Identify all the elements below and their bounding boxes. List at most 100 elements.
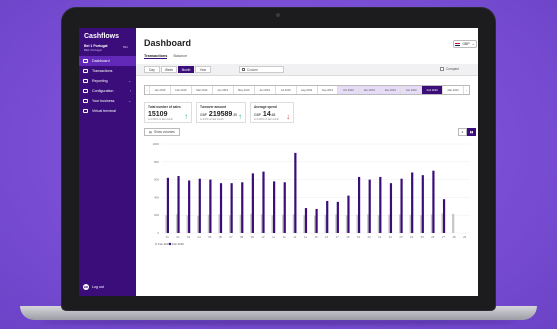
trend-down-icon: ↓ [286, 112, 290, 121]
legend-swatch [168, 242, 172, 246]
bar-current [379, 176, 382, 233]
flag-icon [455, 42, 461, 46]
x-tick-label: 20 [368, 235, 372, 239]
merchant-code: BEI [123, 45, 128, 49]
x-tick-label: 29 [463, 235, 467, 239]
period-year-button[interactable]: Year [195, 66, 211, 73]
bar-current [262, 171, 265, 233]
month-item[interactable]: Mar 2019 [192, 86, 213, 94]
bars-icon: ▤ [149, 130, 153, 134]
month-item[interactable]: Jul 2019 [276, 86, 297, 94]
bar-current [442, 199, 446, 233]
month-item[interactable]: Feb 2020 [422, 86, 444, 94]
turnover-currency: GBP [200, 113, 207, 117]
avg-decimals: .68 [270, 113, 276, 117]
month-item[interactable]: Mar 2020 [443, 86, 465, 94]
sidebar-item-transactions[interactable]: Transactions [79, 66, 136, 76]
calendar-icon [242, 68, 245, 71]
bar-current [177, 176, 180, 233]
bar-current [198, 178, 201, 233]
trend-up-icon: ↑ [184, 112, 188, 121]
chevron-icon: ⌄ [128, 99, 131, 103]
x-tick-label: 02 [176, 235, 180, 239]
x-tick-label: 17 [336, 235, 340, 239]
logout-button[interactable]: BEI Log out [83, 284, 104, 290]
custom-date-input[interactable]: Custom [239, 66, 284, 73]
tab-transactions[interactable]: Transactions [144, 54, 168, 59]
sales-sub: vs 0.00% on last month [148, 118, 173, 121]
x-tick-label: 22 [389, 235, 393, 239]
turnover-decimals: .35 [232, 113, 237, 117]
x-tick-label: 23 [399, 235, 403, 239]
sidebar-item-your-business[interactable]: Your business ⌄ [79, 96, 136, 106]
x-tick-label: 19 [357, 235, 361, 239]
bar-current [432, 170, 435, 233]
month-next-button[interactable]: › [464, 86, 469, 94]
bar-current [326, 200, 329, 233]
month-item[interactable]: Sep 2019 [318, 86, 339, 94]
month-item[interactable]: May 2019 [234, 86, 255, 94]
bar-current [336, 201, 339, 233]
custom-label: Custom [247, 67, 258, 72]
compare-toggle[interactable]: Compare [440, 67, 459, 71]
tab-bar: Transactions Balance [144, 54, 187, 59]
terminal-icon [83, 109, 88, 113]
avatar: BEI [83, 284, 89, 290]
bar-view-button[interactable]: ▮▮ [467, 128, 476, 136]
sales-value: 15109 [148, 111, 168, 118]
currency-view-button[interactable]: £ [458, 128, 467, 136]
month-item[interactable]: Apr 2019 [213, 86, 234, 94]
sidebar-item-label: Reporting [92, 79, 108, 83]
currency-select[interactable]: GBP ⌄ [453, 40, 477, 48]
sidebar-nav: Dashboard Transactions Reporting ⌄ Configura… [79, 56, 136, 116]
turnover-value: GBP 219589.35 [200, 111, 242, 118]
sales-card: Total number of sales 15109 vs 0.00% on … [144, 102, 192, 123]
avg-spend-label: Average spend [254, 105, 277, 109]
bar-current [411, 172, 414, 233]
x-tick-label: 21 [378, 235, 382, 239]
sidebar-item-configuration[interactable]: Configuration › [79, 86, 136, 96]
bar-current [294, 152, 297, 233]
x-tick-label: 18 [346, 235, 350, 239]
sales-label: Total number of sales [148, 105, 181, 109]
y-tick-label: 200 [154, 213, 159, 217]
sidebar-item-dashboard[interactable]: Dashboard [79, 56, 136, 66]
period-month-button[interactable]: Month [178, 66, 194, 73]
legend-label: Feb 2020 [172, 242, 184, 246]
bar-current [241, 182, 244, 233]
month-item[interactable]: Nov 2019 [359, 86, 381, 94]
month-item[interactable]: Feb 2019 [171, 86, 192, 94]
camera [276, 13, 280, 17]
month-item[interactable]: Jun 2019 [255, 86, 276, 94]
avg-spend-value: GBP 14.68 [254, 111, 290, 118]
reporting-icon [83, 79, 88, 83]
tab-balance[interactable]: Balance [173, 54, 187, 59]
y-tick-label: 600 [154, 178, 159, 182]
month-item[interactable]: Oct 2019 [338, 86, 360, 94]
sidebar-item-label: Dashboard [92, 59, 110, 63]
x-tick-label: 03 [187, 235, 191, 239]
bar-current [421, 175, 424, 233]
merchant-subtitle: BE1 Portugal [84, 48, 102, 52]
brand-logo: Cashflows [84, 33, 120, 40]
x-tick-label: 09 [251, 235, 255, 239]
month-item[interactable]: Jan 2020 [401, 86, 423, 94]
month-item[interactable]: Jan 2019 [150, 86, 171, 94]
period-week-button[interactable]: Week [161, 66, 177, 73]
compare-checkbox[interactable] [440, 67, 444, 71]
x-tick-label: 14 [304, 235, 308, 239]
month-item[interactable]: Aug 2019 [297, 86, 318, 94]
bar-current [209, 179, 212, 233]
month-item[interactable]: Dec 2019 [380, 86, 402, 94]
sidebar: Cashflows Bei 1 Portugal BE1 Portugal BE… [79, 28, 136, 296]
x-tick-label: 11 [272, 235, 275, 239]
x-tick-label: 16 [325, 235, 329, 239]
bar-current [400, 178, 403, 233]
x-tick-label: 12 [283, 235, 287, 239]
sidebar-item-reporting[interactable]: Reporting ⌄ [79, 76, 136, 86]
y-tick-label: 800 [154, 160, 159, 164]
sidebar-item-virtual-terminal[interactable]: Virtual terminal [79, 106, 136, 116]
period-day-button[interactable]: Day [144, 66, 160, 73]
show-volumes-button[interactable]: ▤ Show volumes [144, 128, 180, 136]
transactions-chart: 0 200 400 600 800 1000 01 02 03 04 05 06 07 08 09 10 11 1… [152, 142, 470, 246]
